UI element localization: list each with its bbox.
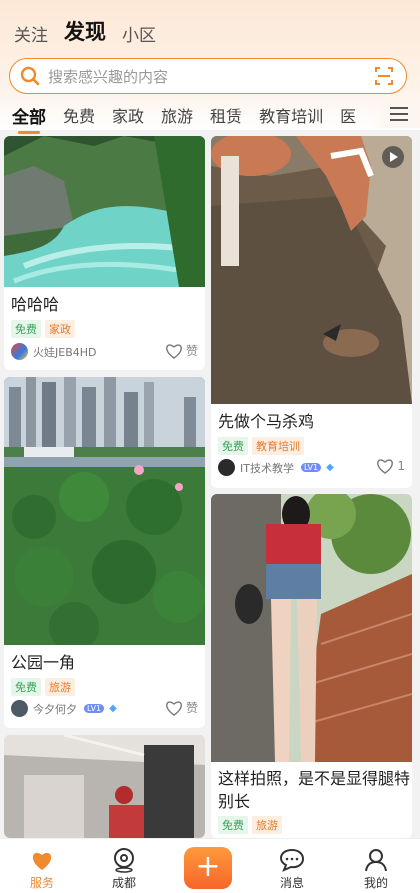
play-icon[interactable]: [382, 146, 404, 168]
category-travel[interactable]: 旅游: [161, 103, 193, 127]
like-count: 赞: [185, 701, 198, 715]
category-education[interactable]: 教育培训: [259, 103, 323, 127]
level-badge: LV1: [84, 704, 105, 713]
post-tags: 免费 家政: [11, 320, 75, 338]
post-image-lotus-park: [4, 377, 205, 645]
tab-follow[interactable]: 关注: [14, 21, 48, 46]
location-pin-icon: [114, 848, 134, 873]
chat-bubble-icon: [279, 848, 305, 872]
post-image-horse: [211, 136, 412, 404]
tag-category: 家政: [45, 320, 75, 338]
like-button[interactable]: 赞: [165, 699, 198, 716]
category-medical[interactable]: 医: [340, 103, 356, 127]
post-author: IT技术教学 LV1 ◆: [218, 459, 334, 476]
author-name: 火娃JEB4HD: [33, 345, 97, 359]
level-badge: LV1: [300, 463, 322, 472]
nav-service[interactable]: 服务: [0, 839, 84, 893]
post-image-outdoor-photo: [211, 494, 412, 762]
tag-category: 旅游: [45, 678, 75, 696]
nav-profile[interactable]: 我的: [334, 839, 418, 893]
like-count: 1: [397, 459, 405, 473]
nav-label: 消息: [279, 876, 304, 890]
post-card-5[interactable]: [4, 735, 205, 838]
bottom-nav: 服务 成都 + 消息 我的: [0, 838, 420, 893]
author-name: 今夕何夕: [33, 702, 77, 716]
post-tags: 免费 教育培训: [218, 437, 304, 455]
like-button[interactable]: 赞: [165, 342, 198, 359]
person-icon: [365, 849, 387, 872]
like-count: 赞: [185, 344, 198, 358]
tag-free: 免费: [218, 437, 248, 455]
post-title: 公园一角: [11, 653, 76, 672]
nav-label: 成都: [111, 876, 136, 890]
heart-icon: [32, 852, 52, 870]
category-tabs: 全部 免费 家政 旅游 租赁 教育培训 医: [0, 100, 420, 134]
tag-category: 教育培训: [252, 437, 304, 455]
category-rental[interactable]: 租赁: [210, 103, 242, 127]
menu-icon[interactable]: [390, 107, 408, 121]
post-card-3[interactable]: 公园一角 免费 旅游 今夕何夕 LV1 ◆ 赞: [4, 377, 205, 728]
heart-icon: [166, 700, 182, 716]
search-bar[interactable]: 搜索感兴趣的内容: [9, 58, 407, 94]
tag-free: 免费: [11, 320, 41, 338]
avatar: [218, 459, 235, 476]
category-menu-area: [368, 100, 420, 128]
post-tags: 免费 旅游: [11, 678, 75, 696]
heart-icon: [166, 343, 182, 359]
scan-icon[interactable]: [374, 66, 394, 86]
tag-free: 免费: [11, 678, 41, 696]
diamond-icon: ◆: [109, 703, 117, 714]
like-button[interactable]: 1: [376, 458, 405, 474]
search-icon: [20, 66, 40, 86]
post-author: 火娃JEB4HD: [11, 343, 96, 360]
nav-label: 服务: [29, 876, 54, 890]
post-tags: 免费 旅游: [218, 816, 282, 834]
top-tabs: 关注 发现 小区: [14, 16, 156, 46]
post-title-line-2: 别长: [218, 792, 251, 811]
post-card-2[interactable]: 先做个马杀鸡 免费 教育培训 IT技术教学 LV1 ◆ 1: [211, 136, 412, 488]
avatar: [11, 700, 28, 717]
nav-city[interactable]: 成都: [82, 839, 166, 893]
post-author: 今夕何夕 LV1 ◆: [11, 700, 117, 717]
nav-label: 我的: [363, 876, 388, 890]
post-title-line-1: 这样拍照，是不是显得腿特: [218, 769, 411, 788]
category-free[interactable]: 免费: [63, 103, 95, 127]
post-card-1[interactable]: 哈哈哈 免费 家政 火娃JEB4HD 赞: [4, 136, 205, 370]
post-title: 哈哈哈: [11, 295, 60, 314]
post-title: 先做个马杀鸡: [218, 412, 315, 431]
plus-icon[interactable]: +: [184, 847, 232, 889]
heart-icon: [377, 459, 394, 474]
nav-messages[interactable]: 消息: [250, 839, 334, 893]
diamond-icon: ◆: [326, 462, 334, 473]
category-all[interactable]: 全部: [12, 103, 46, 134]
post-card-4[interactable]: 这样拍照，是不是显得腿特 别长 免费 旅游: [211, 494, 412, 838]
avatar: [11, 343, 28, 360]
tag-category: 旅游: [252, 816, 282, 834]
author-name: IT技术教学: [240, 461, 294, 475]
tag-free: 免费: [218, 816, 248, 834]
category-housekeeping[interactable]: 家政: [112, 103, 144, 127]
search-placeholder: 搜索感兴趣的内容: [48, 67, 169, 86]
tab-discover[interactable]: 发现: [64, 16, 106, 46]
post-image-river: [4, 136, 205, 287]
tab-community[interactable]: 小区: [122, 21, 156, 46]
post-image-interior: [4, 735, 205, 838]
